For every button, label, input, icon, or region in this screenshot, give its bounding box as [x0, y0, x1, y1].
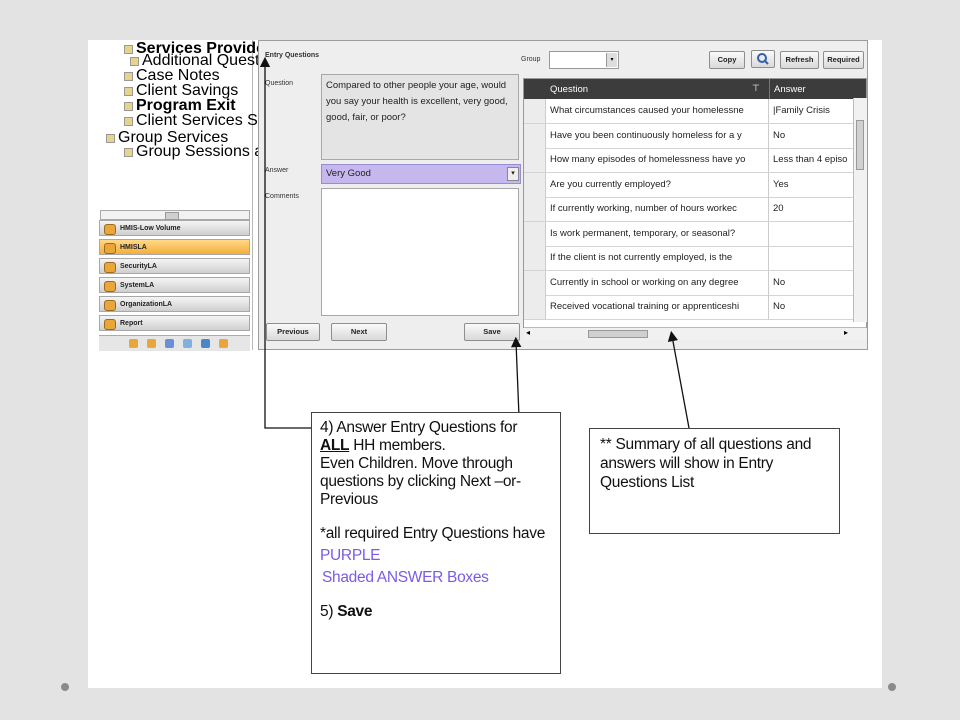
callout-line-4: *all required Entry Questions have PURPL… [320, 523, 552, 567]
arrow-to-entry-questions [259, 56, 311, 429]
callout-line-3: Even Children. Move through questions by… [320, 455, 521, 508]
callout-members-text: HH members. [349, 437, 446, 454]
summary-callout: ** Summary of all questions and answers … [589, 428, 840, 534]
callout-line-6: 5) Save [320, 603, 552, 621]
callout-line-1: 4) Answer Entry Questions for [320, 419, 518, 436]
arrow-to-questions-list [667, 330, 690, 429]
callout-purple-word: PURPLE [320, 547, 381, 564]
instruction-callout: 4) Answer Entry Questions for ALL HH mem… [311, 412, 561, 674]
callout-line-5: Shaded ANSWER Boxes [322, 569, 489, 586]
summary-callout-text: ** Summary of all questions and answers … [600, 436, 812, 491]
callout-line-2: ALL HH members. [320, 437, 552, 455]
callout-step-number: 5) [320, 603, 338, 620]
callout-all-text: ALL [320, 437, 350, 454]
callout-save-word: Save [337, 603, 373, 620]
callout-required-text: *all required Entry Questions have [320, 525, 546, 542]
